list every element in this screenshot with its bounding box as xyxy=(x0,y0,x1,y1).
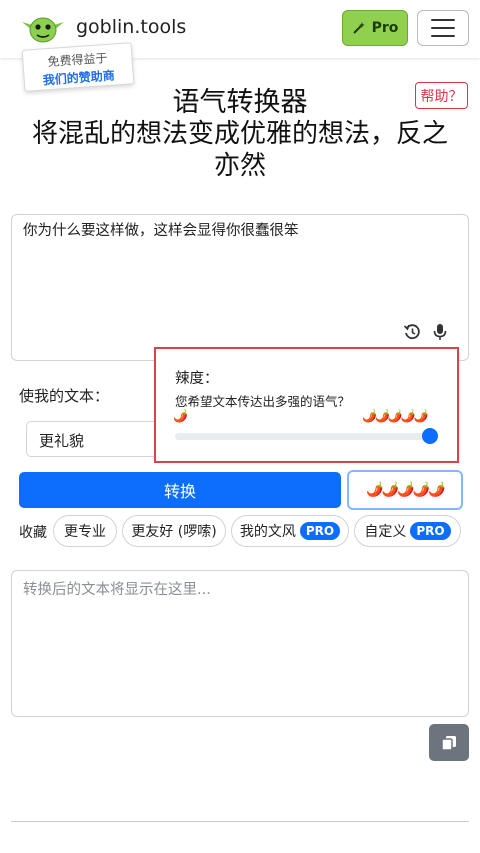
microphone-icon[interactable] xyxy=(432,323,448,341)
tone-select[interactable]: 更礼貌 xyxy=(26,421,166,457)
output-placeholder: 转换后的文本将显示在这里... xyxy=(23,582,211,598)
history-icon[interactable] xyxy=(403,323,421,341)
goblin-logo-icon[interactable] xyxy=(20,12,66,44)
favorite-chip-friendly[interactable]: 更友好 (啰嗦) xyxy=(122,515,226,547)
spiciness-title: 辣度： xyxy=(175,371,219,387)
spiciness-popover: 辣度： 您希望文本传达出多强的语气？ 🌶️ 🌶️🌶️🌶️🌶️🌶️ xyxy=(154,347,459,463)
spiciness-max-label: 🌶️🌶️🌶️🌶️🌶️ xyxy=(362,409,429,423)
page-title: 语气转换器 xyxy=(172,87,308,118)
spiciness-min-label: 🌶️ xyxy=(173,409,188,423)
input-text: 你为什么要这样做，这样会显得你很蠢很笨 xyxy=(23,223,299,239)
convert-button[interactable]: 转换 xyxy=(19,472,341,508)
hamburger-menu-icon[interactable] xyxy=(417,10,469,46)
favorite-chip-custom[interactable]: 自定义 PRO xyxy=(354,515,461,547)
chip-label: 更专业 xyxy=(64,524,106,540)
footer-divider xyxy=(11,821,469,822)
spiciness-question: 您希望文本传达出多强的语气？ xyxy=(175,394,351,409)
page-subtitle: 将混乱的想法变成优雅的想法，反之亦然 xyxy=(31,119,448,181)
magic-wand-icon xyxy=(352,22,365,34)
favorites-label: 收藏 xyxy=(19,525,47,541)
chip-label: 我的文风 xyxy=(239,524,296,540)
pro-badge: PRO xyxy=(410,522,451,540)
copy-icon[interactable] xyxy=(429,724,469,761)
spiciness-button[interactable]: 🌶️🌶️🌶️🌶️🌶️ xyxy=(347,470,463,510)
favorite-chip-professional[interactable]: 更专业 xyxy=(53,515,117,547)
spiciness-slider-thumb[interactable] xyxy=(422,428,438,444)
make-text-label: 使我的文本： xyxy=(19,387,110,405)
chip-label: 更友好 (啰嗦) xyxy=(131,524,217,540)
pro-badge: PRO xyxy=(299,522,341,540)
brand-name[interactable]: goblin.tools xyxy=(76,16,186,38)
pro-label: Pro xyxy=(371,20,399,36)
pro-button[interactable]: Pro xyxy=(342,10,408,46)
spiciness-slider-track[interactable] xyxy=(175,433,438,440)
favorite-chip-my-style[interactable]: 我的文风 PRO xyxy=(231,515,349,547)
chip-label: 自定义 xyxy=(364,524,407,540)
